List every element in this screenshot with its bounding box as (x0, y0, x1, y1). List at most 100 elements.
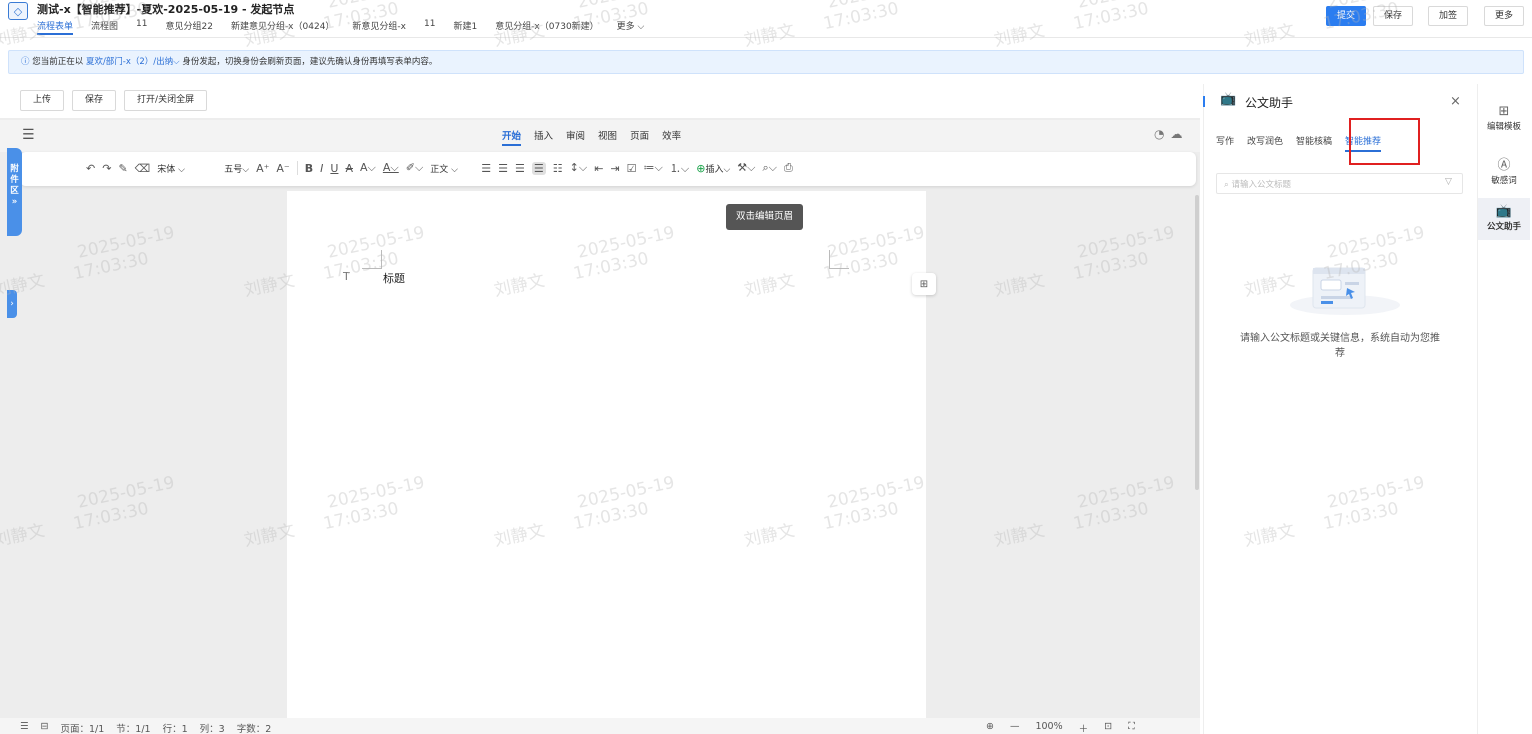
rail-edit-template[interactable]: ⊞ 编辑模板 (1478, 104, 1530, 132)
page-title: 测试-x【智能推荐】-夏欢-2025-05-19 - 发起节点 (37, 3, 295, 16)
font-grow-icon[interactable]: A⁺ (256, 162, 269, 175)
rail-assistant-label: 公文助手 (1486, 222, 1521, 232)
eraser-icon[interactable]: ⌫ (135, 162, 151, 175)
tab-new1[interactable]: 新建1 (453, 19, 477, 35)
save-button[interactable]: 保存 (1373, 6, 1414, 26)
notice-prefix: 您当前正在以 (32, 57, 84, 67)
attachment-area-tab[interactable]: 附件区» (7, 148, 22, 236)
checkbox-icon[interactable]: ☑ (627, 162, 637, 175)
menu-tab-review[interactable]: 审阅 (566, 128, 585, 146)
menu-tab-page[interactable]: 页面 (630, 128, 649, 146)
font-shrink-icon[interactable]: A⁻ (276, 162, 289, 175)
font-family-label: 宋体 (157, 164, 176, 175)
expand-side-icon[interactable]: › (7, 290, 17, 318)
font-family-select[interactable]: 宋体 ⌵ (157, 162, 217, 175)
sensitive-word-icon: Ⓐ (1497, 158, 1511, 173)
outline-icon[interactable]: ☰ (20, 721, 29, 734)
search-placeholder-text: 请输入公文标题 (1231, 180, 1291, 190)
align-center-icon[interactable]: ☰ (498, 162, 508, 175)
zoom-out-icon[interactable]: — (1010, 721, 1020, 734)
bullet-list-icon[interactable]: ≔⌵ (644, 161, 663, 175)
identity-notice: ⓘ 您当前正在以 夏欢/部门-x（2）/出纳⌵ 身份发起，切换身份会刷新页面，建… (8, 50, 1524, 74)
align-right-icon[interactable]: ☰ (515, 162, 525, 175)
undo-icon[interactable]: ↶ (86, 162, 95, 175)
globe-icon[interactable]: ⊕ (986, 721, 994, 734)
tab-more[interactable]: 更多 ⌵ (617, 19, 645, 35)
zoom-in-icon[interactable]: ＋ (1079, 721, 1089, 734)
line-spacing-icon[interactable]: ↕⌵ (570, 161, 588, 175)
insert-menu[interactable]: ⊕插入⌵ (696, 162, 730, 175)
tab-opinion-11[interactable]: 11 (136, 19, 147, 35)
print-icon[interactable]: ⎙ (784, 161, 793, 175)
app-logo-icon: ◇ (8, 2, 28, 20)
identity-switcher[interactable]: 夏欢/部门-x（2）/出纳⌵ (86, 57, 180, 67)
tab-form[interactable]: 流程表单 (37, 19, 74, 35)
tab-opinion-group22[interactable]: 意见分组22 (165, 19, 212, 35)
fit-width-icon[interactable]: ⊡ (1104, 721, 1112, 734)
tab-opinion-11b[interactable]: 11 (424, 19, 435, 35)
zoom-level[interactable]: 100% (1035, 721, 1062, 734)
rail-sensitive-words[interactable]: Ⓐ 敏感词 (1478, 154, 1530, 186)
font-color-icon[interactable]: A⌵ (383, 161, 399, 175)
document-heading[interactable]: 标题 (383, 270, 405, 286)
assistant-tab-write[interactable]: 写作 (1216, 134, 1234, 152)
italic-icon[interactable]: I (320, 162, 323, 175)
title-style-icon: T (343, 270, 350, 283)
bold-icon[interactable]: B (305, 162, 313, 175)
close-icon[interactable]: × (1450, 94, 1461, 109)
strikethrough-icon[interactable]: A (345, 162, 353, 175)
paragraph-style-select[interactable]: 正文 ⌵ (430, 162, 474, 175)
empty-state-text: 请输入公文标题或关键信息，系统自动为您推荐 (1240, 333, 1440, 359)
fullscreen-icon[interactable]: ⛶ (1128, 721, 1135, 734)
justify-icon[interactable]: ☰ (531, 161, 546, 175)
empty-state-illustration (1290, 267, 1400, 315)
structure-icon[interactable]: ⊟ (41, 721, 49, 734)
indent-icon[interactable]: ⇥ (610, 162, 619, 175)
text-effect-icon[interactable]: A⌵ (360, 161, 376, 175)
margin-corner-tr (829, 250, 849, 269)
menu-icon[interactable]: ☰ (22, 127, 35, 143)
highlight-icon[interactable]: ✐⌵ (406, 161, 424, 175)
tab-opinion-group-0730[interactable]: 意见分组-x（0730新建） (495, 19, 598, 35)
rail-doc-assistant[interactable]: 📺 公文助手 (1478, 198, 1530, 240)
menu-tab-insert[interactable]: 插入 (534, 128, 553, 146)
editor-scrollbar[interactable] (1195, 195, 1199, 490)
search-placeholder: ⌕ 请输入公文标题 (1224, 178, 1291, 190)
template-icon: ⊞ (1498, 104, 1510, 119)
menu-tab-start[interactable]: 开始 (502, 128, 522, 146)
search-icon[interactable]: ⌕⌵ (763, 161, 778, 175)
tab-flowchart[interactable]: 流程图 (91, 19, 118, 35)
assistant-tab-polish[interactable]: 改写润色 (1247, 134, 1283, 152)
format-painter-icon[interactable]: ✎ (118, 162, 127, 175)
menu-tab-efficiency[interactable]: 效率 (662, 128, 681, 146)
expand-icon: » (11, 197, 18, 207)
more-button[interactable]: 更多 (1484, 6, 1525, 26)
underline-icon[interactable]: U (330, 162, 338, 175)
submit-button[interactable]: 提交 (1326, 6, 1367, 26)
toolbar-divider (296, 161, 298, 175)
upload-button[interactable]: 上传 (20, 90, 65, 111)
rail-sensitive-label: 敏感词 (1491, 176, 1517, 186)
tools-icon[interactable]: ⚒⌵ (737, 161, 755, 175)
status-right: ⊕ — 100% ＋ ⊡ ⛶ (986, 721, 1135, 734)
countersign-button[interactable]: 加签 (1428, 6, 1469, 26)
assistant-tab-proofread[interactable]: 智能核稿 (1296, 134, 1332, 152)
align-left-icon[interactable]: ☰ (481, 162, 491, 175)
fullscreen-button[interactable]: 打开/关闭全屏 (124, 90, 208, 111)
font-size-select[interactable]: 五号⌵ (224, 162, 249, 175)
highlight-box (1349, 118, 1420, 165)
redo-icon[interactable]: ↷ (102, 162, 111, 175)
cloud-sync-icon[interactable]: ◔☁ (1154, 127, 1188, 141)
assistant-accent-bar (1203, 96, 1205, 107)
doc-save-button[interactable]: 保存 (72, 90, 117, 111)
add-comment-icon[interactable]: ⊞ (912, 273, 936, 295)
filter-icon[interactable]: ▽ (1445, 177, 1452, 187)
numbered-list-icon[interactable]: ⒈⌵ (670, 160, 689, 176)
margin-corner-tl (362, 250, 382, 269)
tab-new-opinion-group[interactable]: 新意见分组-x (352, 19, 406, 35)
outdent-icon[interactable]: ⇤ (594, 162, 603, 175)
tab-new-opinion-group-0424[interactable]: 新建意见分组-x（0424） (231, 19, 334, 35)
section-count: 节：1/1 (116, 724, 151, 734)
distribute-icon[interactable]: ☷ (553, 162, 563, 175)
menu-tab-view[interactable]: 视图 (598, 128, 617, 146)
